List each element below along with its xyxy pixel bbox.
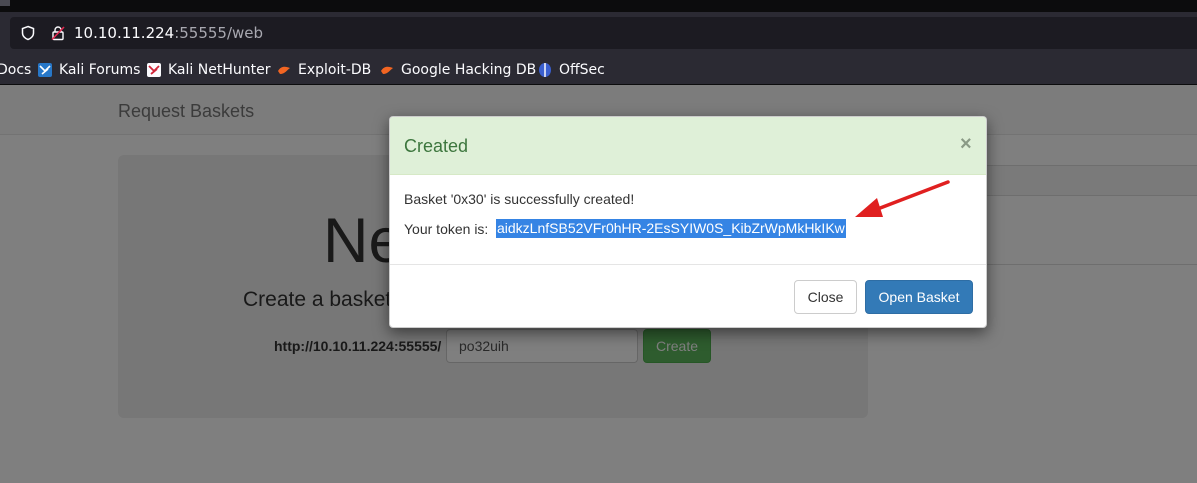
annotation-arrow-icon — [855, 180, 950, 217]
tab-strip — [0, 0, 1197, 12]
close-icon[interactable]: × — [960, 134, 972, 154]
bookmark-docs[interactable]: Docs — [0, 60, 31, 80]
tab-edge[interactable] — [0, 0, 10, 6]
insecure-lock-icon[interactable] — [50, 25, 66, 41]
url-bar[interactable]: 10.10.11.224:55555/web — [10, 17, 1197, 49]
bookmark-label: OffSec — [559, 62, 605, 78]
bookmark-label: Kali Forums — [59, 62, 141, 78]
kali-nethunter-icon — [147, 63, 161, 77]
close-button[interactable]: Close — [794, 280, 857, 314]
bookmark-exploit-db[interactable]: Exploit-DB — [276, 60, 371, 80]
dialog-footer: Close Open Basket — [390, 264, 986, 327]
bookmark-label: Exploit-DB — [298, 62, 372, 78]
bookmark-kali-nethunter[interactable]: Kali NetHunter — [146, 60, 270, 80]
offsec-icon — [539, 63, 551, 77]
open-basket-button[interactable]: Open Basket — [865, 280, 973, 314]
bookmark-label: Google Hacking DB — [401, 62, 537, 78]
google-hacking-db-icon — [381, 66, 393, 74]
token-label: Your token is: — [404, 221, 489, 237]
kali-forums-icon — [38, 63, 52, 77]
dialog-title: Created — [404, 136, 469, 156]
url-path: :55555/web — [174, 24, 264, 42]
bookmark-label: Kali NetHunter — [168, 62, 271, 78]
exploit-db-icon — [278, 66, 290, 74]
success-message: Basket '0x30' is successfully created! — [404, 191, 635, 207]
bookmark-label: Docs — [0, 62, 32, 78]
token-value[interactable]: aidkzLnfSB52VFr0hHR-2EsSYIW0S_KibZrWpMkH… — [496, 219, 846, 238]
url-host: 10.10.11.224 — [74, 24, 175, 42]
bookmark-google-hacking-db[interactable]: Google Hacking DB — [379, 60, 536, 80]
bookmark-kali-forums[interactable]: Kali Forums — [37, 60, 140, 80]
shield-icon[interactable] — [20, 25, 36, 41]
bookmarks-toolbar: Docs Kali Forums Kali NetHunter Exploit-… — [0, 54, 1197, 85]
navigation-toolbar: 10.10.11.224:55555/web — [0, 12, 1197, 54]
url-text[interactable]: 10.10.11.224:55555/web — [74, 24, 263, 42]
bookmark-offsec[interactable]: OffSec — [537, 60, 605, 80]
dialog-header: Created × — [390, 117, 986, 175]
